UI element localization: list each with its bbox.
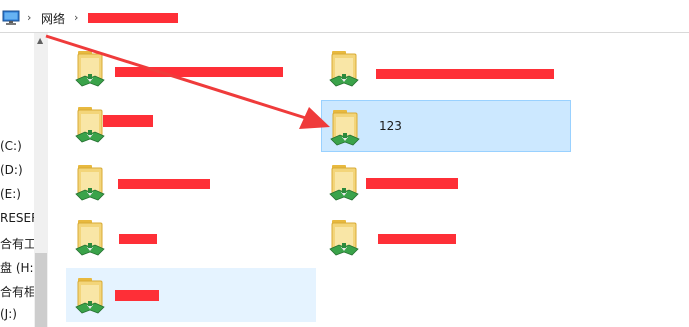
list-item[interactable] (66, 210, 316, 262)
network-shared-folder-icon (73, 275, 107, 317)
navigation-pane: (C:) (D:) (E:) RESER 合有工(' 盘 (H:) 合有相, (… (0, 33, 34, 327)
nav-item-drive-e[interactable]: (E:) (0, 187, 21, 201)
nav-item-drive-j[interactable]: (J:) (0, 307, 17, 321)
network-shared-folder-icon (327, 162, 361, 204)
redacted-label (115, 67, 283, 77)
network-shared-folder-icon (327, 48, 361, 90)
redacted-label (103, 115, 153, 127)
nav-item-shared-1[interactable]: 合有工(' (0, 235, 34, 252)
network-shared-folder-icon (327, 217, 361, 259)
scroll-up-arrow-icon[interactable]: ▲ (37, 36, 43, 45)
nav-item-drive-d[interactable]: (D:) (0, 163, 23, 177)
network-shared-folder-icon (73, 162, 107, 204)
list-item[interactable] (320, 155, 570, 207)
redacted-breadcrumb[interactable] (88, 13, 178, 23)
list-item[interactable] (320, 41, 570, 93)
nav-item-drive-c[interactable]: (C:) (0, 139, 22, 153)
network-shared-folder-icon (73, 217, 107, 259)
breadcrumb-network[interactable]: 网络 (41, 10, 65, 27)
folder-label: 123 (379, 119, 402, 133)
redacted-label (366, 178, 458, 189)
address-bar[interactable]: › 网络 › (0, 0, 689, 33)
list-item-selected[interactable]: 123 (321, 100, 571, 152)
list-item-hover[interactable] (66, 268, 316, 322)
redacted-label (378, 234, 456, 244)
breadcrumb-chevron-icon[interactable]: › (74, 11, 78, 24)
network-shared-folder-icon (73, 48, 107, 90)
redacted-label (119, 234, 157, 244)
computer-icon[interactable] (2, 10, 20, 26)
list-item[interactable] (320, 210, 570, 262)
network-shared-folder-icon (328, 107, 362, 149)
list-item[interactable] (66, 41, 316, 93)
nav-item-reserved[interactable]: RESER (0, 211, 34, 225)
breadcrumb-chevron-icon[interactable]: › (27, 11, 31, 24)
list-item[interactable] (66, 155, 316, 207)
nav-item-drive-h[interactable]: 盘 (H:) (0, 259, 34, 276)
redacted-label (115, 290, 159, 301)
network-shared-folder-icon (73, 104, 107, 146)
nav-scrollbar-thumb[interactable] (35, 253, 47, 327)
explorer-window: › 网络 › (C:) (D:) (E:) RESER 合有工(' 盘 (H:)… (0, 0, 689, 327)
redacted-label (118, 179, 210, 189)
redacted-label (376, 69, 554, 79)
nav-item-shared-2[interactable]: 合有相, (0, 283, 34, 300)
list-item[interactable] (66, 97, 316, 149)
